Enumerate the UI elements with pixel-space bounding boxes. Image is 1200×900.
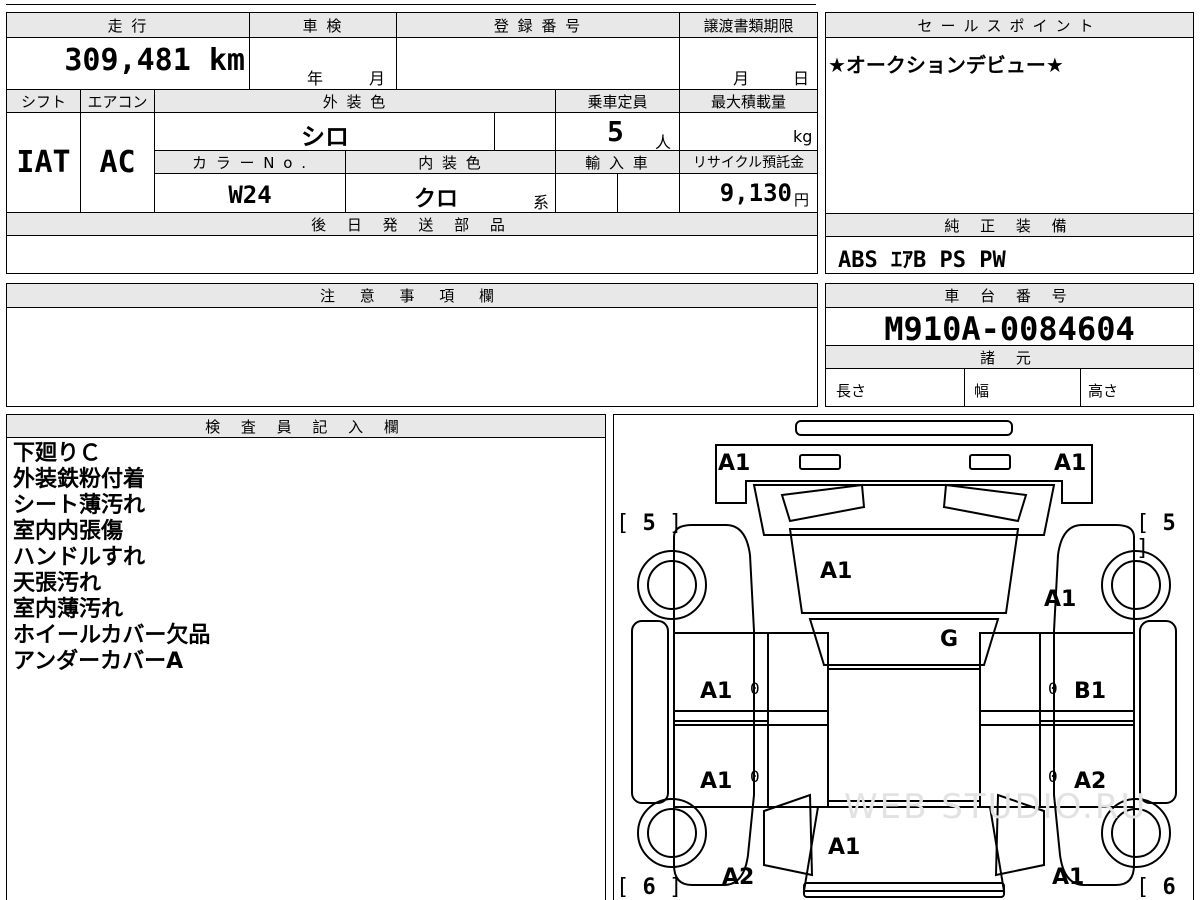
inspector-line: ハンドルすれ	[13, 545, 146, 570]
sales-point-label: セールスポイント	[826, 13, 1193, 37]
mark-zero-fl: 0	[750, 679, 760, 698]
chassis-label: 車 台 番 号	[826, 284, 1193, 307]
equipment-text: ABS ｴｱB PS PW	[838, 248, 1006, 273]
tire-rear-right-tread: [ 6 ]	[1136, 875, 1176, 900]
inspector-box: 検 査 員 記 入 欄 下廻りＣ 外装鉄粉付着 シート薄汚れ 室内内張傷 ハンド…	[6, 414, 606, 900]
inspector-label: 検 査 員 記 入 欄	[7, 415, 605, 437]
damage-rear-glass: A1	[828, 835, 861, 860]
ac-value: AC	[99, 145, 136, 180]
later-parts-label: 後 日 発 送 部 品	[7, 213, 817, 235]
tread-value: 6	[642, 875, 656, 900]
capacity-value: 5	[607, 115, 624, 148]
inspection-label: 車 検	[250, 13, 396, 37]
inspection-year: 年	[307, 69, 324, 88]
capacity-label: 乗車定員	[556, 90, 679, 112]
import-label: 輸 入 車	[556, 151, 679, 173]
damage-door-rear-left: A1	[700, 769, 733, 794]
notes-label: 注 意 事 項 欄	[7, 284, 817, 307]
inspector-line: 天張汚れ	[13, 571, 102, 596]
mark-zero-fr: 0	[1048, 679, 1058, 698]
transfer-label: 譲渡書類期限	[680, 13, 817, 37]
damage-rear-left: A2	[722, 865, 755, 890]
sales-point-text: ★オークションデビュー★	[828, 53, 1064, 77]
tire-front-left-tread: [ 5 ]	[616, 511, 683, 536]
mileage-label: 走 行	[7, 13, 249, 37]
tread-value: 6	[1162, 875, 1176, 900]
registration-label: 登 録 番 号	[397, 13, 679, 37]
tread-value: 5	[642, 511, 656, 536]
equipment-label: 純 正 装 備	[826, 214, 1193, 236]
inspection-month: 月	[369, 69, 386, 88]
length-label: 長さ	[836, 382, 867, 400]
damage-windshield: A1	[820, 559, 853, 584]
damage-fender-right: A1	[1044, 587, 1077, 612]
color-no-value: W24	[228, 181, 272, 209]
damage-front-right: A1	[1054, 451, 1087, 476]
inspector-line: ホイールカバー欠品	[13, 623, 211, 648]
color-no-label: カ ラ ー N o .	[155, 151, 345, 173]
mileage-value: 309,481 km	[64, 43, 245, 78]
inspector-line: 外装鉄粉付着	[13, 467, 146, 492]
equipment-box: 純 正 装 備 ABS ｴｱB PS PW	[825, 213, 1194, 274]
damage-door-rear-right: A2	[1074, 769, 1107, 794]
damage-rear-right: A1	[1052, 865, 1085, 890]
tire-front-right-tread: [ 5 ]	[1136, 511, 1176, 561]
chassis-box: 車 台 番 号 M910A-0084604 諸 元 長さ 幅 高さ	[825, 283, 1194, 407]
damage-front-left: A1	[718, 451, 751, 476]
inspector-line: 室内薄汚れ	[13, 597, 124, 622]
tire-rear-left-tread: [ 6 ]	[616, 875, 683, 900]
car-diagram-box: WEB STUDIO.RU A1 A1 A1 A1 G A1 0 0 B1 A1…	[613, 414, 1194, 900]
inspector-lines: 下廻りＣ 外装鉄粉付着 シート薄汚れ 室内内張傷 ハンドルすれ 天張汚れ 室内薄…	[13, 441, 210, 675]
damage-door-front-left: A1	[700, 679, 733, 704]
recycle-unit: 円	[794, 191, 810, 209]
recycle-label: リサイクル預託金	[680, 151, 817, 173]
transfer-month: 月	[733, 69, 750, 88]
recycle-value: 9,130	[719, 179, 792, 207]
inspector-line: 下廻りＣ	[13, 441, 102, 466]
inspector-line: アンダーカバーA	[13, 649, 184, 674]
shift-label: シフト	[7, 90, 80, 112]
ac-label: エアコン	[81, 90, 154, 112]
interior-value: クロ	[413, 187, 458, 212]
damage-roof: G	[940, 627, 959, 652]
inspector-line: 室内内張傷	[13, 519, 124, 544]
chassis-value: M910A-0084604	[884, 310, 1135, 348]
damage-door-front-right: B1	[1074, 679, 1107, 704]
sales-point-box: セールスポイント ★オークションデビュー★	[825, 12, 1194, 214]
mark-zero-rl: 0	[750, 767, 760, 786]
interior-label: 内 装 色	[346, 151, 555, 173]
mark-zero-rr: 0	[1048, 767, 1058, 786]
exterior-value: シロ	[301, 123, 349, 151]
spec-table: 走 行 車 検 登 録 番 号 譲渡書類期限 309,481 km 年 月 月 …	[6, 12, 818, 274]
transfer-day: 日	[793, 69, 810, 88]
height-label: 高さ	[1088, 382, 1119, 400]
spec-label: 諸 元	[826, 346, 1193, 368]
max-load-unit: kg	[793, 127, 813, 146]
car-outline-drawing	[631, 420, 1177, 898]
notes-box: 注 意 事 項 欄	[6, 283, 818, 407]
tread-value: 5	[1162, 511, 1176, 536]
shift-value: IAT	[16, 145, 71, 180]
width-label: 幅	[974, 382, 990, 400]
max-load-label: 最大積載量	[680, 90, 817, 112]
interior-suffix: 系	[533, 193, 550, 212]
inspector-line: シート薄汚れ	[13, 493, 146, 518]
exterior-label: 外 装 色	[155, 90, 555, 112]
